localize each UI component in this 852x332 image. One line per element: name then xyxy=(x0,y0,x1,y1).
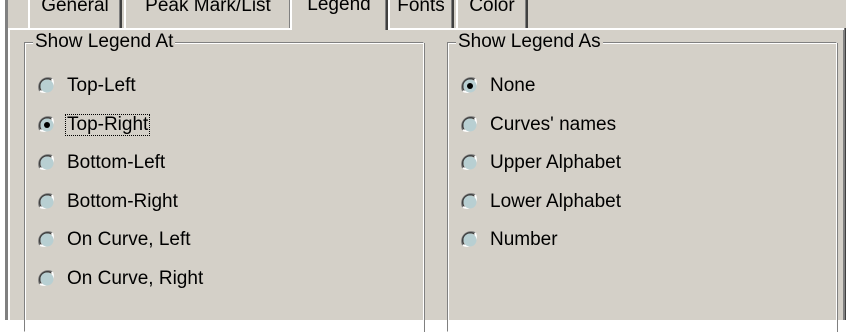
radio-label: Upper Alphabet xyxy=(490,152,621,173)
style-option-lower-alphabet[interactable]: Lower Alphabet xyxy=(460,189,623,215)
show-legend-as-group: Show Legend As None Curves' names Upper Al… xyxy=(447,31,837,332)
tab-fonts[interactable]: Fonts xyxy=(388,0,454,28)
tab-color[interactable]: Color xyxy=(456,0,528,28)
radio-checked-icon[interactable] xyxy=(37,115,57,135)
position-option-on-curve-left[interactable]: On Curve, Left xyxy=(37,227,193,253)
radio-unchecked-icon[interactable] xyxy=(460,115,480,135)
radio-checked-icon[interactable] xyxy=(460,76,480,96)
show-legend-at-title: Show Legend At xyxy=(33,31,176,53)
radio-unchecked-icon[interactable] xyxy=(460,230,480,250)
tab-page-edge-left xyxy=(8,28,10,320)
radio-label: On Curve, Left xyxy=(67,229,191,250)
radio-label: Bottom-Left xyxy=(67,152,166,173)
radio-unchecked-icon[interactable] xyxy=(37,153,57,173)
tab-peak-mark-list[interactable]: Peak Mark/List xyxy=(124,0,292,28)
radio-label: Curves' names xyxy=(490,114,617,135)
position-option-top-right[interactable]: Top-Right xyxy=(37,112,151,138)
style-option-none[interactable]: None xyxy=(460,73,537,99)
show-legend-at-group: Show Legend At Top-Left Top-Right Bottom-L… xyxy=(24,31,424,332)
tab-label: Peak Mark/List xyxy=(145,0,271,16)
window-frame-left xyxy=(0,0,8,320)
radio-unchecked-icon[interactable] xyxy=(37,269,57,289)
radio-label: Top-Left xyxy=(67,75,136,96)
tab-strip: General Peak Mark/List Legend Fonts Colo… xyxy=(0,0,852,30)
radio-label: On Curve, Right xyxy=(67,268,204,289)
radio-unchecked-icon[interactable] xyxy=(37,230,57,250)
style-option-curves-names[interactable]: Curves' names xyxy=(460,112,618,138)
style-option-number[interactable]: Number xyxy=(460,227,560,253)
radio-label: Top-Right xyxy=(65,114,151,136)
legend-properties-panel: General Peak Mark/List Legend Fonts Colo… xyxy=(0,0,852,332)
window-frame-right xyxy=(846,0,852,320)
position-option-bottom-right[interactable]: Bottom-Right xyxy=(37,189,180,215)
position-option-bottom-left[interactable]: Bottom-Left xyxy=(37,150,167,176)
radio-label: Lower Alphabet xyxy=(490,191,621,212)
radio-unchecked-icon[interactable] xyxy=(460,153,480,173)
tab-label: Color xyxy=(469,0,515,16)
radio-label: None xyxy=(490,75,536,96)
tab-label: General xyxy=(41,0,109,16)
radio-label: Number xyxy=(490,229,558,250)
radio-unchecked-icon[interactable] xyxy=(37,192,57,212)
position-option-on-curve-right[interactable]: On Curve, Right xyxy=(37,266,205,292)
tab-label: Fonts xyxy=(397,0,445,16)
tab-label: Legend xyxy=(307,0,371,15)
radio-unchecked-icon[interactable] xyxy=(460,192,480,212)
tab-page-edge-right xyxy=(843,28,846,320)
radio-label: Bottom-Right xyxy=(67,191,178,212)
tab-general[interactable]: General xyxy=(28,0,122,28)
tab-legend[interactable]: Legend xyxy=(290,0,388,30)
show-legend-as-title: Show Legend As xyxy=(456,31,603,53)
position-option-top-left[interactable]: Top-Left xyxy=(37,73,138,99)
radio-unchecked-icon[interactable] xyxy=(37,76,57,96)
style-option-upper-alphabet[interactable]: Upper Alphabet xyxy=(460,150,623,176)
